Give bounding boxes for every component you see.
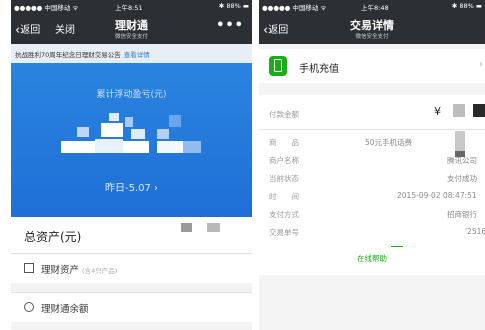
masked-amount: [473, 104, 485, 117]
merchant-name: 手机充值: [299, 64, 339, 75]
carrier-signal: ●●●●● 中国移动 ᯤ: [262, 4, 327, 12]
nav-bar: ‹返回 交易详情 微信安全支付: [259, 12, 485, 44]
row-value: 腾讯公司: [447, 156, 477, 165]
masked-amount: [61, 113, 211, 159]
view-details-link[interactable]: 查看详情: [124, 51, 150, 59]
yesterday-earnings-link[interactable]: 昨日-5.07 ›: [11, 179, 252, 194]
row-value: 2015-09-02 08:47:51: [397, 191, 477, 200]
battery-level: 88%: [459, 2, 474, 10]
list-item-label: 理财通余额: [41, 304, 89, 315]
earnings-panel: 累计浮动盈亏(元) 昨日-5.07 ›: [11, 63, 252, 217]
row-value: 50元手机话费: [365, 138, 413, 147]
status-bar: ●●●●● 中国移动 ᯤ 上午8:48 ✱ 88% ▬: [259, 0, 485, 12]
page-subtitle: 微信安全支付: [114, 34, 148, 40]
wealth-screen: ●●●●● 中国移动 ᯤ 上午8:51 ✱ 88% ▬ ‹返回 关闭 理财通 微…: [11, 0, 252, 330]
row-key: 商户名称: [269, 156, 299, 165]
transaction-detail-screen: ●●●●● 中国移动 ᯤ 上午8:48 ✱ 88% ▬ ‹返回 交易详情 微信安…: [259, 0, 485, 330]
wallet-icon: [24, 263, 34, 273]
status-time: 上午8:48: [361, 4, 389, 12]
payment-amount-label: 付款金额: [269, 110, 299, 119]
coin-icon: [24, 302, 34, 312]
transaction-details: 付款金额 ¥ 商 品 50元手机话费 商户名称 腾讯公司 当前状态 支付成功 时…: [259, 95, 485, 275]
online-help-link[interactable]: 在线帮助: [259, 253, 485, 264]
announcement-banner[interactable]: 抗战胜利70周年纪念日理财交易公告 查看详情: [11, 44, 252, 63]
status-time: 上午8:51: [115, 4, 143, 12]
battery-indicator: ✱ 88% ▬: [451, 2, 482, 10]
total-assets-label: 总资产(元): [24, 230, 82, 244]
phone-recharge-icon: [269, 56, 287, 76]
announcement-text: 抗战胜利70周年纪念日理财交易公告: [15, 51, 121, 59]
status-bar: ●●●●● 中国移动 ᯤ 上午8:51 ✱ 88% ▬: [11, 0, 252, 12]
divider: [391, 246, 403, 247]
list-item-balance[interactable]: 理财通余额: [11, 292, 252, 322]
detail-row-status: 当前状态 支付成功: [269, 173, 485, 187]
divider: [259, 129, 485, 130]
masked-value: [181, 223, 192, 232]
row-value: '2516: [465, 227, 485, 236]
battery-level: 88%: [226, 2, 241, 10]
detail-row-transaction-id[interactable]: 交易单号 '2516: [269, 227, 485, 241]
carrier-signal: ●●●●● 中国移动 ᯤ: [14, 4, 79, 12]
list-item-label: 理财资产: [41, 265, 80, 276]
chevron-right-icon: ›: [479, 59, 483, 70]
more-menu-icon[interactable]: •••: [216, 18, 244, 33]
cumulative-pnl-label: 累计浮动盈亏(元): [96, 90, 167, 100]
detail-row-product: 商 品 50元手机话费: [269, 137, 485, 151]
masked-value: [207, 223, 220, 232]
row-key: 支付方式: [269, 210, 299, 219]
battery-indicator: ✱ 88% ▬: [218, 2, 249, 10]
detail-row-payment-method: 支付方式 招商银行: [269, 209, 485, 223]
detail-row-merchant: 商户名称 腾讯公司: [269, 155, 485, 169]
list-item-sublabel: (含4只产品): [82, 267, 118, 275]
row-key: 商 品: [269, 138, 299, 147]
masked-amount: [453, 104, 465, 117]
detail-row-time: 时 间 2015-09-02 08:47:51: [269, 191, 485, 205]
list-item-wealth-assets[interactable]: 理财资产 (含4只产品): [11, 253, 252, 283]
row-key: 时 间: [269, 192, 299, 201]
currency-symbol: ¥: [434, 105, 441, 118]
row-key: 当前状态: [269, 174, 299, 183]
page-subtitle: 微信安全支付: [355, 34, 389, 40]
page-title: 交易详情: [350, 19, 394, 32]
row-value: 支付成功: [447, 174, 477, 183]
row-value: 招商银行: [447, 210, 477, 219]
row-key: 交易单号: [269, 228, 299, 237]
merchant-row[interactable]: 手机充值 ›: [259, 49, 485, 83]
nav-bar: ‹返回 关闭 理财通 微信安全支付 •••: [11, 12, 252, 44]
total-assets-row: 总资产(元): [11, 217, 252, 253]
